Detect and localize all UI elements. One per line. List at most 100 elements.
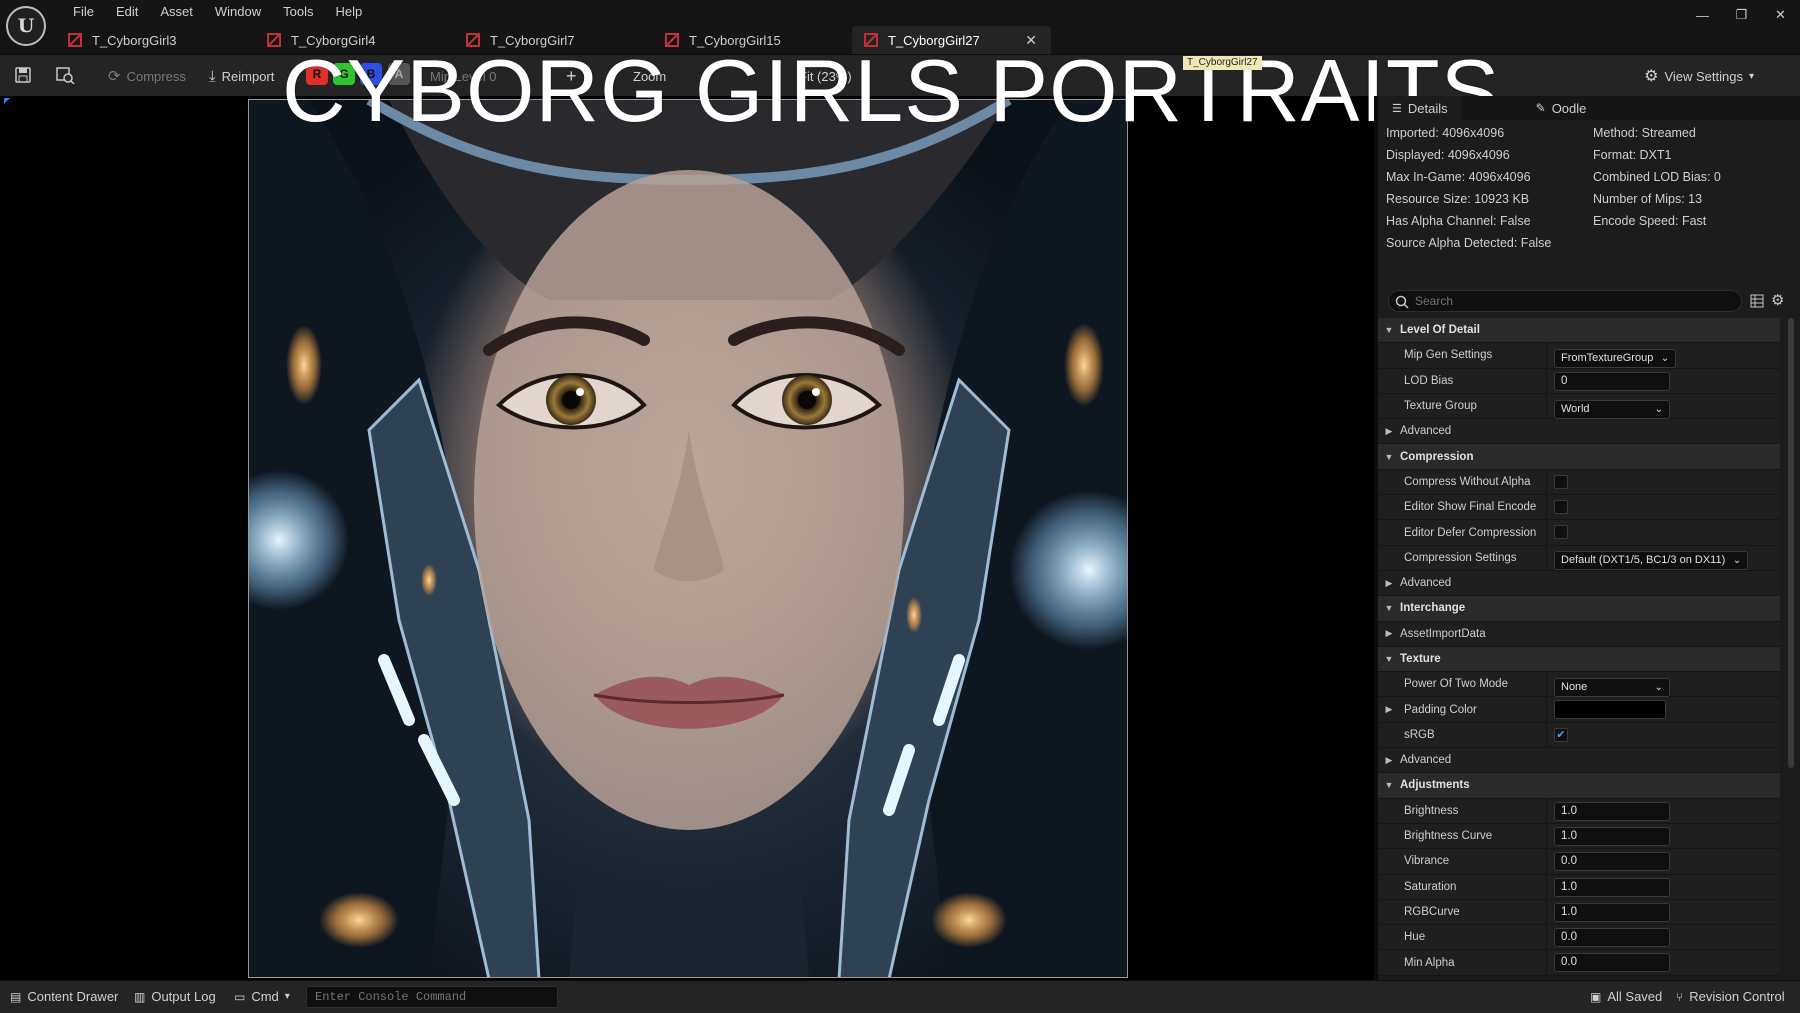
compress-button[interactable]: ⟳ Compress [108, 64, 186, 88]
column-divider[interactable] [1546, 798, 1547, 823]
value-dropdown[interactable]: Default (DXT1/5, BC1/3 on DX11) ⌄ [1554, 551, 1749, 571]
column-divider[interactable] [1546, 823, 1547, 849]
color-swatch[interactable] [1554, 700, 1666, 720]
window-controls: — ❐ ✕ [1683, 0, 1800, 30]
value-checkbox[interactable] [1554, 525, 1568, 540]
collapse-arrow-icon[interactable]: ▼ [1382, 603, 1396, 613]
chevron-down-icon: ⌄ [1660, 352, 1670, 364]
column-divider[interactable] [1546, 368, 1547, 393]
collapse-arrow-icon[interactable]: ▼ [1382, 452, 1396, 462]
property-label: Texture Group [1404, 400, 1477, 413]
column-divider[interactable] [1546, 393, 1547, 419]
subcategory-advanced[interactable]: ▶ Advanced [1378, 748, 1780, 774]
menu-help[interactable]: Help [324, 3, 373, 21]
browse-asset-icon[interactable] [55, 66, 75, 84]
menu-tools[interactable]: Tools [272, 3, 324, 21]
menu-window[interactable]: Window [204, 3, 272, 21]
value-checkbox[interactable] [1554, 500, 1568, 515]
collapse-arrow-icon[interactable]: ▼ [1382, 325, 1396, 335]
column-divider[interactable] [1546, 849, 1547, 874]
category-adjustments[interactable]: ▼ Adjustments [1378, 773, 1780, 799]
property-label: RGBCurve [1404, 905, 1460, 918]
search-input[interactable] [1415, 293, 1735, 309]
expand-arrow-icon[interactable]: ▶ [1382, 628, 1396, 639]
value-dropdown[interactable]: None ⌄ [1554, 677, 1670, 697]
subcategory-assetimportdata[interactable]: ▶ AssetImportData [1378, 621, 1780, 647]
value-field[interactable]: 0 [1554, 371, 1670, 391]
texture-asset-icon [68, 33, 82, 47]
column-divider[interactable] [1546, 697, 1547, 722]
subcategory-advanced[interactable]: ▶ Advanced [1378, 419, 1780, 445]
value-dropdown[interactable]: World ⌄ [1554, 399, 1670, 419]
column-divider[interactable] [1546, 495, 1547, 520]
subcategory-advanced[interactable]: ▶ Advanced [1378, 570, 1780, 597]
category-interchange[interactable]: ▼ Interchange [1378, 596, 1780, 622]
reimport-button[interactable]: ⤓ Reimport [209, 64, 274, 88]
compress-label: Compress [126, 68, 186, 84]
content-drawer-button[interactable]: ▤ Content Drawer [10, 989, 118, 1004]
column-divider[interactable] [1546, 520, 1547, 545]
revision-control-button[interactable]: ⑂ Revision Control [1676, 989, 1785, 1004]
settings-gear-icon[interactable]: ⚙ [1771, 291, 1784, 309]
column-divider[interactable] [1546, 899, 1547, 925]
category-level-of-detail[interactable]: ▼ Level Of Detail [1378, 318, 1780, 344]
property-label: Compression Settings [1404, 551, 1517, 564]
property-editor-show-final-encode: Editor Show Final Encode [1378, 495, 1780, 521]
category-compression[interactable]: ▼ Compression [1378, 444, 1780, 470]
texture-viewport[interactable] [0, 96, 1374, 980]
chevron-down-icon: ⌄ [1654, 681, 1663, 693]
value-dropdown[interactable]: FromTextureGroup ⌄ [1554, 348, 1677, 368]
value-field[interactable]: 1.0 [1554, 801, 1670, 821]
close-window-icon[interactable]: ✕ [1761, 0, 1800, 30]
value-field[interactable]: 1.0 [1554, 877, 1670, 897]
info-format: Format: DXT1 [1593, 148, 1672, 162]
menu-file[interactable]: File [62, 3, 105, 21]
expand-arrow-icon[interactable]: ▶ [1382, 704, 1396, 715]
table-view-icon[interactable] [1750, 294, 1764, 308]
tab-oodle[interactable]: ✎ Oodle [1522, 96, 1601, 120]
texture-preview-image [248, 99, 1128, 978]
property-label: Power Of Two Mode [1404, 678, 1508, 691]
value-field[interactable]: 0.0 [1554, 928, 1670, 948]
expand-arrow-icon[interactable]: ▶ [1382, 426, 1396, 437]
minimize-icon[interactable]: — [1683, 0, 1722, 30]
value-field[interactable]: 1.0 [1554, 902, 1670, 922]
column-divider[interactable] [1546, 950, 1547, 975]
value-field[interactable]: 0.0 [1554, 852, 1670, 872]
column-divider[interactable] [1546, 874, 1547, 899]
output-log-button[interactable]: ▥ Output Log [134, 989, 216, 1004]
menu-asset[interactable]: Asset [149, 3, 204, 21]
column-divider[interactable] [1546, 343, 1547, 368]
expand-arrow-icon[interactable]: ▶ [1382, 755, 1396, 766]
collapse-arrow-icon[interactable]: ▼ [1382, 780, 1396, 790]
save-icon[interactable] [14, 66, 32, 84]
property-label: Saturation [1404, 880, 1457, 893]
column-divider[interactable] [1546, 722, 1547, 748]
details-scrollbar[interactable] [1788, 318, 1794, 768]
value-checkbox[interactable]: ✔ [1554, 727, 1568, 742]
all-saved-button[interactable]: ▣ All Saved [1590, 989, 1662, 1004]
tab-details[interactable]: ☰ Details [1378, 96, 1462, 120]
console-command-input[interactable] [306, 986, 558, 1008]
value-field[interactable]: 0.0 [1554, 953, 1670, 973]
category-texture[interactable]: ▼ Texture [1378, 646, 1780, 673]
column-divider[interactable] [1546, 469, 1547, 495]
search-icon [1395, 295, 1409, 309]
texture-info: Imported: 4096x4096 Displayed: 4096x4096… [1378, 120, 1800, 280]
cmd-dropdown[interactable]: ▭ Cmd ▾ [234, 989, 290, 1004]
info-source-alpha: Source Alpha Detected: False [1386, 236, 1552, 250]
menu-edit[interactable]: Edit [105, 3, 149, 21]
tab-cyborggirl3[interactable]: T_CyborgGirl3 [56, 26, 255, 54]
expand-arrow-icon[interactable]: ▶ [1382, 578, 1396, 589]
value-field[interactable]: 1.0 [1554, 826, 1670, 846]
view-settings-button[interactable]: ⚙ View Settings ▾ [1644, 66, 1754, 86]
collapse-arrow-icon[interactable]: ▼ [1382, 654, 1396, 664]
content-drawer-label: Content Drawer [27, 989, 119, 1004]
value-checkbox[interactable] [1554, 474, 1568, 489]
column-divider[interactable] [1546, 925, 1547, 950]
subcategory-label: Advanced [1400, 754, 1452, 767]
column-divider[interactable] [1546, 545, 1547, 570]
unreal-logo-icon[interactable]: U [6, 6, 46, 46]
column-divider[interactable] [1546, 672, 1547, 697]
restore-icon[interactable]: ❐ [1722, 0, 1761, 30]
